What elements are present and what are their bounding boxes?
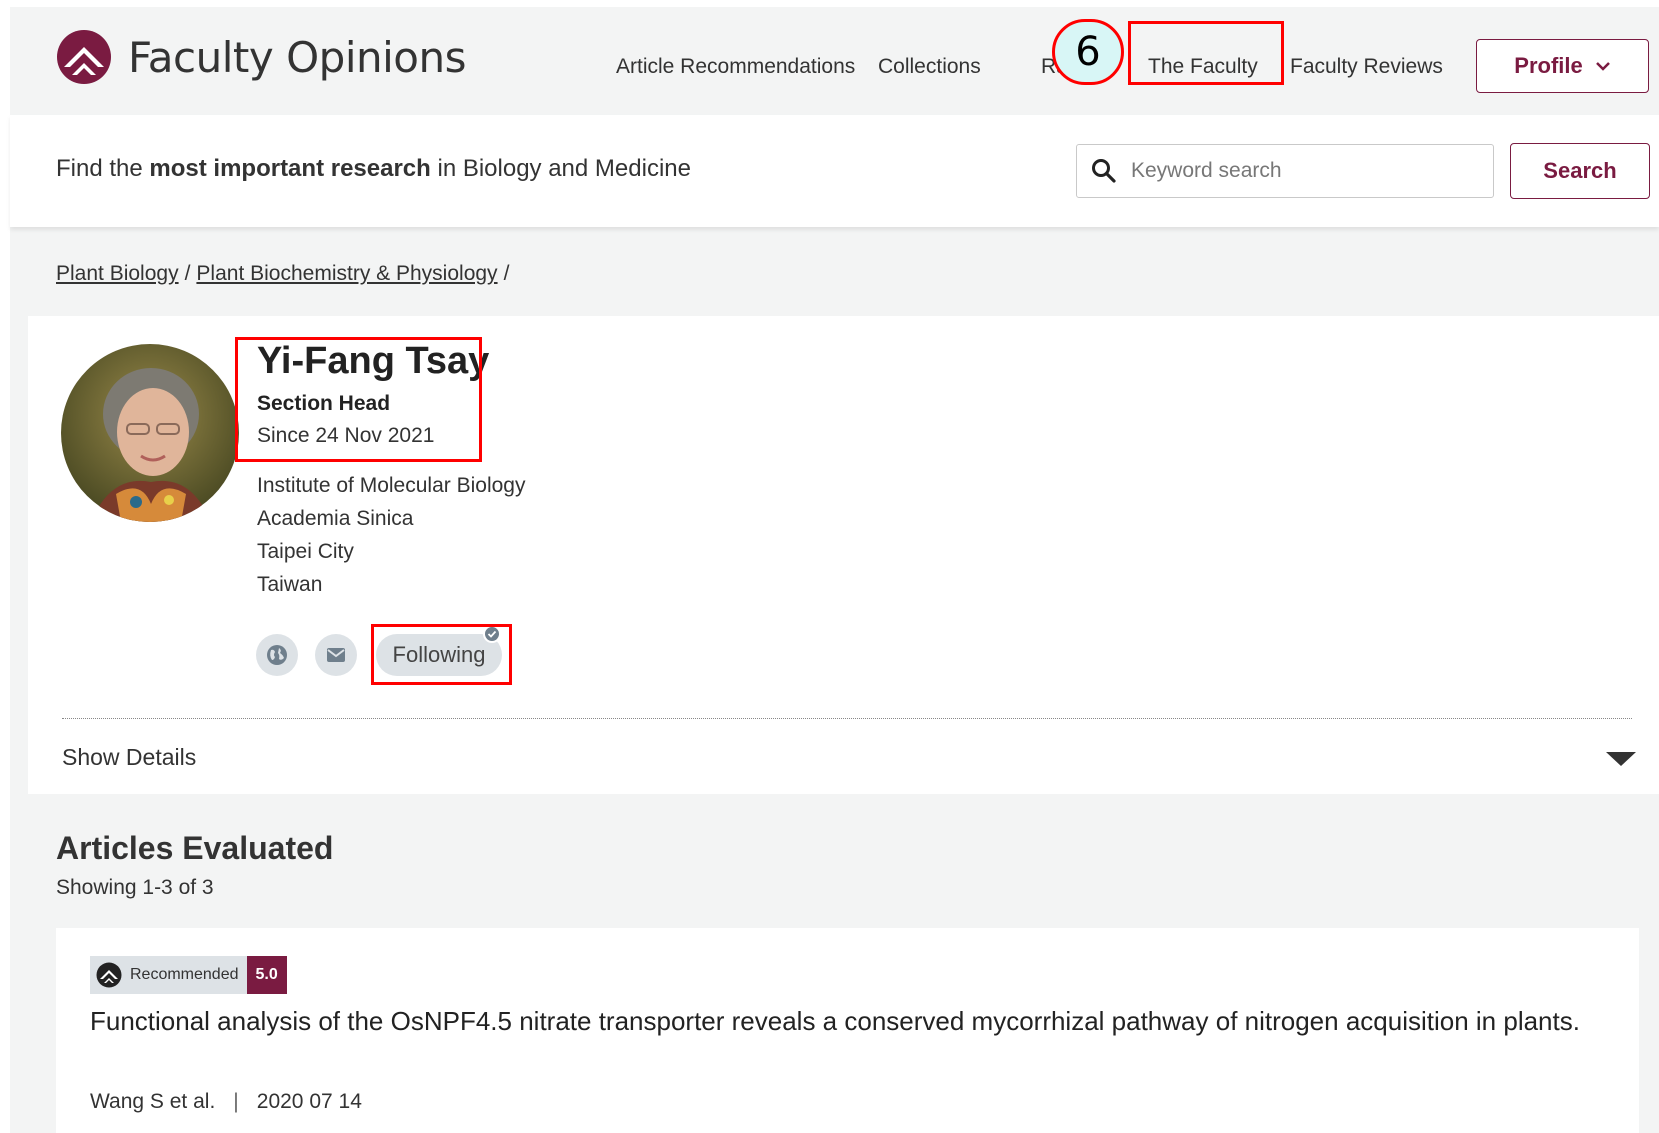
rating-score: 5.0 [246,956,287,994]
faculty-photo [61,344,239,522]
highlight-box-faculty-header [235,337,482,462]
nav-article-recommendations[interactable]: Article Recommendations [616,55,855,79]
meta-separator: | [233,1090,239,1113]
results-count: Showing 1-3 of 3 [56,876,214,899]
article-title-link[interactable]: Functional analysis of the OsNPF4.5 nitr… [90,1004,1600,1039]
mail-icon [327,648,345,662]
step-number-badge: 6 [1052,19,1124,85]
faculty-opinions-badge-icon [96,962,122,988]
recommendation-badge: Recommended 5.0 [90,956,287,994]
search-field[interactable] [1076,144,1494,198]
search-input[interactable] [1131,159,1471,183]
breadcrumb-plant-biology[interactable]: Plant Biology [56,262,179,285]
caret-down-icon[interactable] [1606,752,1636,766]
avatar [61,344,239,522]
website-button[interactable] [256,634,298,676]
article-date: 2020 07 14 [256,1090,362,1113]
globe-icon [267,645,287,665]
article-authors: Wang S et al. [90,1090,216,1113]
profile-menu-button[interactable]: Profile [1476,39,1649,93]
search-icon [1092,159,1116,183]
faculty-opinions-logo-icon [57,30,111,84]
search-button[interactable]: Search [1510,143,1650,199]
profile-label: Profile [1514,53,1583,78]
email-button[interactable] [315,634,357,676]
nav-faculty-reviews[interactable]: Faculty Reviews [1290,55,1443,79]
breadcrumb: Plant Biology / Plant Biochemistry & Physi… [56,262,515,286]
site-logo[interactable]: Faculty Opinions [56,29,466,85]
breadcrumb-separator: / [503,262,510,285]
recommended-label: Recommended [90,956,247,994]
nav-collections[interactable]: Collections [878,55,981,79]
details-divider [62,718,1632,719]
breadcrumb-separator: / [184,262,191,285]
affiliation-institute: Institute of Molecular Biology [257,474,526,497]
show-details-toggle[interactable]: Show Details [62,744,196,771]
site-name: Faculty Opinions [128,32,466,82]
search-bar: Find the most important research in Biol… [10,115,1659,227]
affiliation-organization: Academia Sinica [257,507,414,530]
articles-section-title: Articles Evaluated [56,830,334,866]
article-card[interactable]: Recommended 5.0 Functional analysis of t… [56,928,1639,1133]
highlight-box-nav-the-faculty [1128,21,1284,85]
affiliation-country: Taiwan [257,573,323,596]
affiliation-city: Taipei City [257,540,354,563]
highlight-box-following [371,624,512,685]
chevron-down-icon [1595,62,1610,71]
breadcrumb-plant-biochemistry[interactable]: Plant Biochemistry & Physiology [196,262,497,285]
site-tagline: Find the most important research in Biol… [56,155,691,182]
top-navigation: Faculty Opinions Article Recommendations… [10,7,1659,115]
article-meta: Wang S et al. | 2020 07 14 [90,1090,362,1114]
